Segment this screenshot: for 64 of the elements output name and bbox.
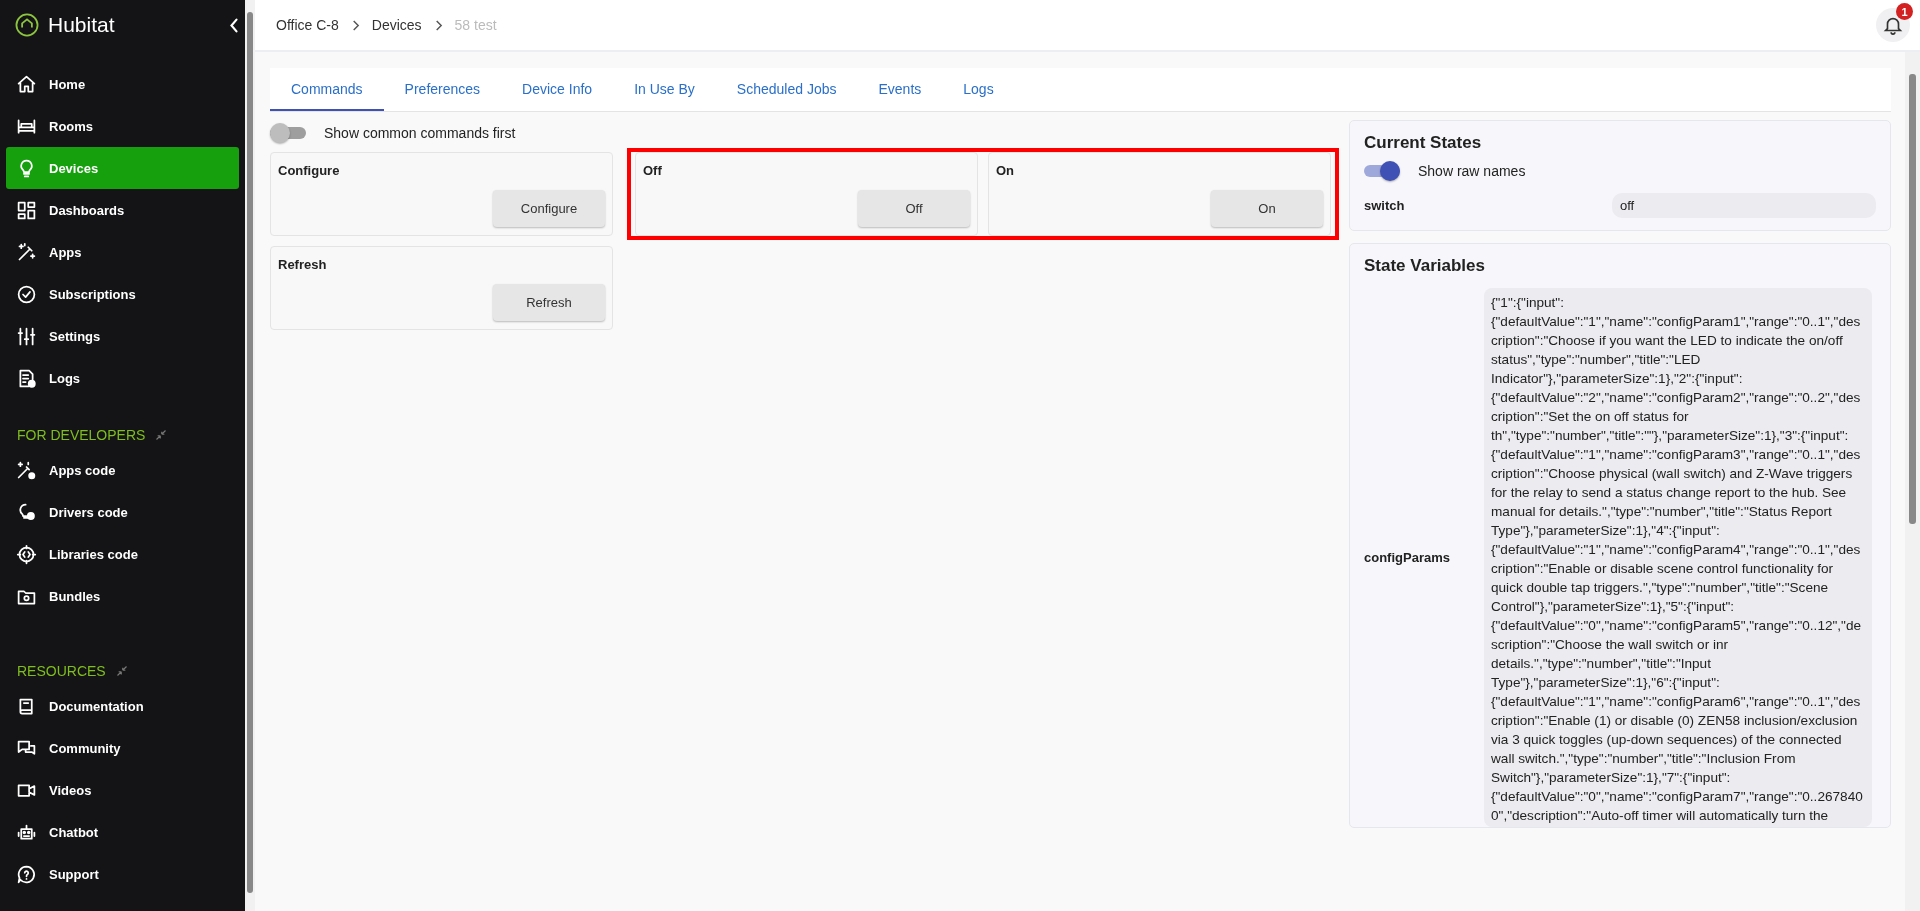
tab[interactable]: Device Info	[501, 68, 614, 111]
panel-title: Current States	[1364, 133, 1482, 153]
sidebar-item[interactable]: Bundles	[6, 575, 239, 617]
sidebar-item[interactable]: Home	[6, 63, 239, 105]
logo-icon	[14, 12, 40, 38]
chevron-right-icon	[433, 18, 443, 32]
sidebar-item[interactable]: Drivers code	[6, 491, 239, 533]
collapse-icon[interactable]	[115, 665, 128, 677]
home-icon	[16, 73, 37, 95]
breadcrumb-link[interactable]: Devices	[371, 17, 422, 33]
breadcrumb-link[interactable]: Office C-8	[276, 17, 339, 33]
sidebar-item[interactable]: Support	[6, 853, 239, 895]
sidebar-item[interactable]: Chatbot	[6, 811, 239, 853]
brand-name: Hubitat	[48, 13, 116, 37]
panel-title: State Variables	[1364, 256, 1485, 276]
wand-gear-icon	[16, 459, 37, 481]
toggle-label: Show raw names	[1418, 163, 1526, 179]
section-title: FOR DEVELOPERS	[17, 427, 146, 443]
chevron-right-icon	[350, 18, 360, 32]
tab[interactable]: Events	[857, 68, 943, 111]
command-title: Configure	[278, 163, 340, 178]
section-title: RESOURCES	[17, 663, 106, 679]
tab[interactable]: Commands	[270, 68, 384, 111]
tab[interactable]: Logs	[942, 68, 1015, 111]
sliders-icon	[16, 325, 37, 347]
sidebar-item[interactable]: Rooms	[6, 105, 239, 147]
sidebar-item[interactable]: Community	[6, 727, 239, 769]
sidebar-item[interactable]: Subscriptions	[6, 273, 239, 315]
command-title: Off	[643, 163, 662, 178]
notification-count: 1	[1896, 3, 1913, 20]
toggle-switch[interactable]	[1364, 161, 1400, 181]
sidebar-item[interactable]: Videos	[6, 769, 239, 811]
command-button[interactable]: Configure	[493, 190, 605, 227]
command-button[interactable]: Refresh	[493, 284, 605, 321]
collapse-icon[interactable]	[155, 429, 168, 441]
dashboard-icon	[16, 199, 37, 221]
tab[interactable]: Preferences	[383, 68, 502, 111]
toggle-label: Show common commands first	[324, 125, 516, 141]
sidebar-item[interactable]: Logs	[6, 357, 239, 399]
state-name: switch	[1364, 198, 1405, 213]
help-icon	[16, 863, 37, 885]
state-value: off	[1612, 193, 1876, 218]
toggle-switch[interactable]	[270, 123, 306, 143]
sidebar-item[interactable]: Documentation	[6, 685, 239, 727]
command-title: Refresh	[278, 257, 327, 272]
sidebar-item[interactable]: Apps	[6, 231, 239, 273]
command-button[interactable]: Off	[858, 190, 970, 227]
command-button[interactable]: On	[1211, 190, 1323, 227]
scrollbar[interactable]	[1905, 52, 1920, 911]
chevron-left-icon[interactable]	[229, 16, 239, 34]
sidebar-item[interactable]: Libraries code	[6, 533, 239, 575]
check-circle-icon	[16, 283, 37, 305]
sidebar-item[interactable]: Apps code	[6, 449, 239, 491]
magic-wand-icon	[16, 241, 37, 263]
scrollbar[interactable]	[245, 0, 255, 911]
notifications-button[interactable]	[1876, 8, 1910, 42]
tab[interactable]: Scheduled Jobs	[715, 68, 858, 111]
variable-name: configParams	[1364, 550, 1451, 565]
command-title: On	[996, 163, 1015, 178]
tab[interactable]: In Use By	[613, 68, 716, 111]
sidebar-item[interactable]: Dashboards	[6, 189, 239, 231]
sidebar-item[interactable]: Settings	[6, 315, 239, 357]
gear-code-icon	[16, 543, 37, 565]
variable-value: {"1":{"input":{"defaultValue":"1","name":"configParam1","range":"0..1","description":"Choose if you want the LED to indicate the on/off status","type":"number","title":"LED Indicator"},"parameterSize":1},"2":{"input":{"defaultValue":"2","name":"configParam2","range":"0..2","description":"Set the on off status for th","type":"number","title":""},"parameterSize":1},"3":{"input":{"defaultValue":"1","name":"configParam3","range":"0..1","description":"Choose physical (wall switch) and Z-Wave triggers for the relay to send a status change report to the hub. See manual for details.","type":"number","title":"Status Report Type"},"parameterSize":1},"4":{"input":{"defaultValue":"1","name":"configParam4","range":"0..1","description":"Enable or disable scene control functionality for quick double tap triggers.","type":"number","title":"Scene Control"},"parameterSize":1},"5":{"input":{"defaultValue":"0","name":"configParam5","range":"0..12","description":"Choose the wall switch or inr details.","type":"number","title":"Input Type"},"parameterSize":1},"6":{"input":{"defaultValue":"1","name":"configParam6","range":"0..1","description":"Enable (1) or disable (0) ZEN58 inclusion/exclusion via 3 quick toggles (up-down sequences) of the connected wall switch.","type":"number","title":"Inclusion From Switch"},"parameterSize":1},"7":{"input":{"defaultValue":"0","name":"configParam7","range":"0..2678400","description":"Auto-off timer will automatically turn the	[1484, 288, 1872, 827]
